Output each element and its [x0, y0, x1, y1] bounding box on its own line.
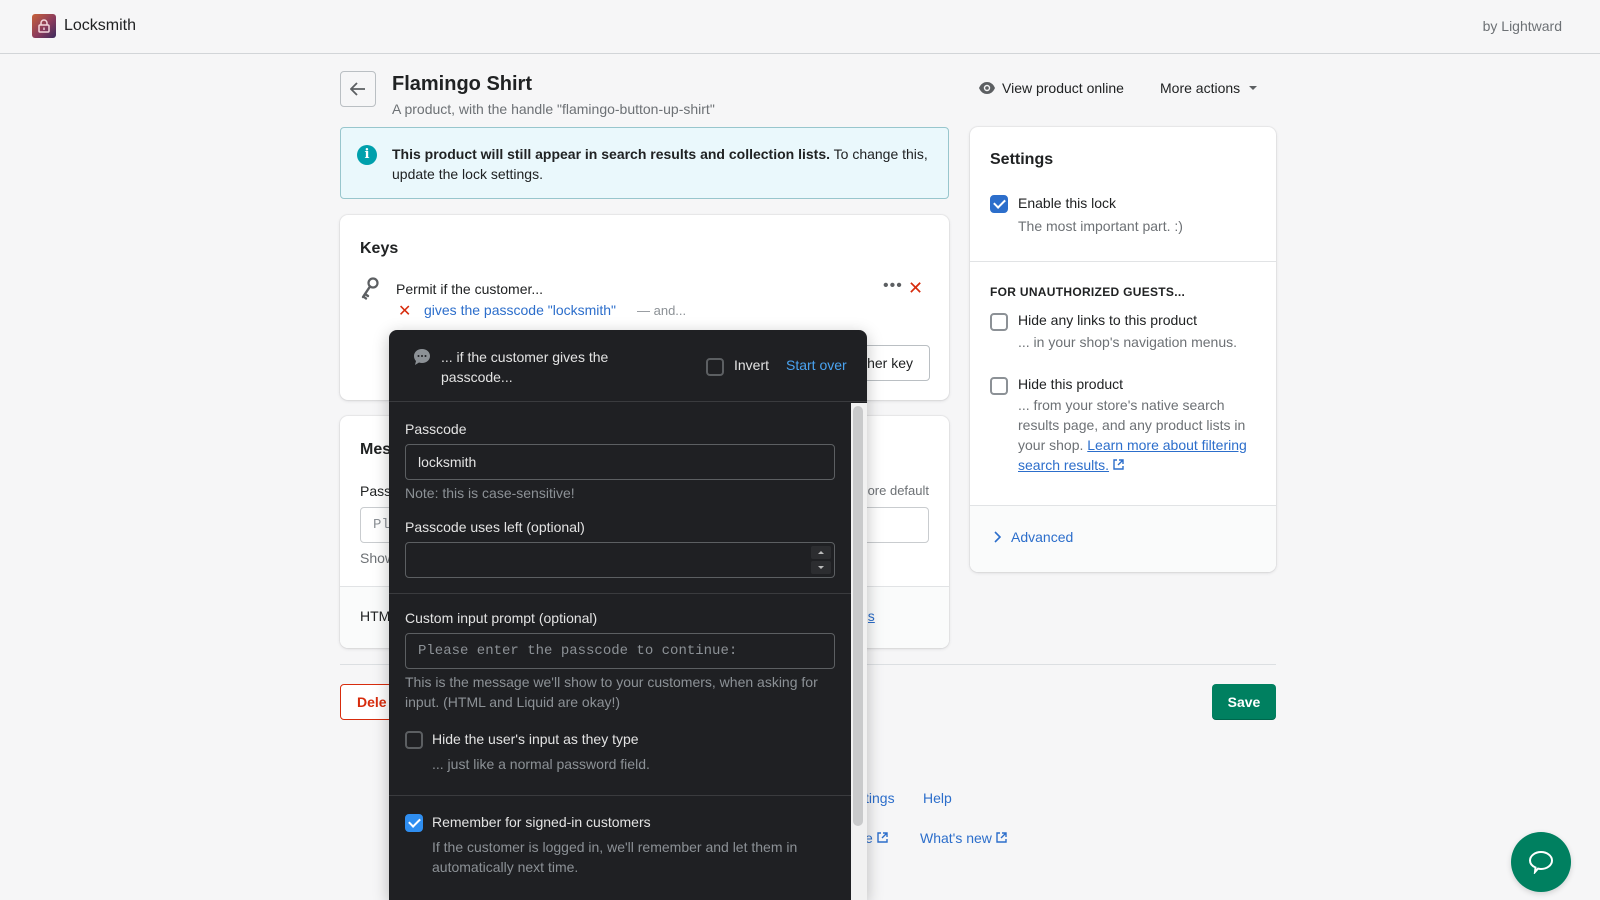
by-line: by Lightward [1482, 18, 1562, 34]
footer-whats-new-label: What's new [920, 830, 992, 846]
remember-signed-in-help: If the customer is logged in, we'll reme… [432, 839, 798, 875]
keys-title: Keys [360, 240, 399, 257]
messages-title: Mes [360, 441, 392, 458]
passcode-label: Passcode [405, 421, 467, 437]
more-horizontal-icon[interactable]: ••• [883, 277, 903, 295]
hide-links-checkbox[interactable] [990, 313, 1008, 331]
view-product-online-button[interactable]: View product online [978, 80, 1124, 96]
external-link-icon [876, 832, 888, 843]
popover-title: ... if the customer gives the passcode..… [441, 349, 609, 385]
external-link-icon [996, 832, 1007, 843]
save-button[interactable]: Save [1212, 684, 1276, 720]
more-actions-label: More actions [1160, 80, 1241, 96]
hide-product-label: Hide this product [1018, 376, 1124, 392]
popover-header: ... if the customer gives the passcode..… [389, 330, 867, 402]
remove-condition-icon[interactable]: ✕ [398, 301, 411, 321]
info-banner: i This product will still appear in sear… [340, 127, 949, 199]
info-icon: i [357, 145, 377, 165]
advanced-label: Advanced [1011, 529, 1074, 545]
eye-icon [979, 82, 995, 94]
increment-icon[interactable] [811, 546, 831, 559]
banner-text: This product will still appear in search… [392, 144, 937, 184]
hide-links-label: Hide any links to this product [1018, 312, 1197, 328]
passcode-note: Note: this is case-sensitive! [405, 485, 575, 501]
enable-lock-checkbox[interactable] [990, 195, 1008, 213]
top-bar: Locksmith by Lightward [0, 0, 1600, 54]
settings-title: Settings [990, 151, 1054, 168]
footer-whats-new-link[interactable]: What's new [920, 830, 1007, 846]
settings-footer: Advanced [970, 506, 1276, 572]
page-title: Flamingo Shirt [392, 73, 532, 95]
enable-lock-label: Enable this lock [1018, 195, 1117, 211]
caret-down-icon [1249, 86, 1258, 90]
footer-settings-link[interactable]: tings [865, 790, 895, 806]
invert-label: Invert [734, 357, 770, 373]
remember-signed-in-label: Remember for signed-in customers [432, 814, 651, 830]
passcode-message-label: Pass [360, 483, 392, 499]
hide-product-checkbox[interactable] [990, 377, 1008, 395]
locksmith-logo-icon [32, 14, 56, 38]
chevron-right-icon [994, 531, 1001, 543]
unauthorized-guests-heading: FOR UNAUTHORIZED GUESTS... [990, 285, 1186, 299]
permit-text: Permit if the customer... [396, 281, 544, 297]
divider [389, 795, 851, 796]
decrement-icon[interactable] [811, 561, 831, 574]
hide-input-help: ... just like a normal password field. [432, 756, 650, 772]
footer-help-link[interactable]: Help [923, 790, 952, 806]
hide-product-help: ... from your store's native search resu… [1018, 395, 1253, 475]
more-actions-button[interactable]: More actions [1160, 80, 1258, 96]
custom-prompt-label: Custom input prompt (optional) [405, 610, 598, 626]
arrow-left-icon [350, 82, 365, 96]
condition-popover: ... if the customer gives the passcode..… [389, 330, 867, 900]
divider [389, 593, 851, 594]
advanced-toggle[interactable]: Advanced [994, 529, 1073, 545]
external-link-icon [1113, 459, 1124, 470]
chat-bubble-icon [414, 349, 430, 365]
restore-default-link[interactable]: ore default [868, 483, 929, 498]
banner-bold-text: This product will still appear in search… [392, 146, 830, 162]
custom-prompt-input[interactable]: Please enter the passcode to continue: [405, 633, 835, 669]
hide-input-checkbox[interactable] [405, 731, 423, 749]
enable-lock-help: The most important part. :) [1018, 218, 1183, 234]
condition-and-text: — and... [637, 303, 687, 318]
html-note: HTM [360, 608, 391, 624]
remove-key-icon[interactable]: ✕ [908, 278, 923, 299]
hide-input-label: Hide the user's input as they type [432, 731, 639, 747]
chat-icon [1528, 850, 1554, 874]
uses-left-input[interactable] [405, 542, 835, 578]
passcode-input[interactable]: locksmith [405, 444, 835, 480]
custom-prompt-help: This is the message we'll show to your c… [405, 674, 818, 710]
view-product-online-label: View product online [1002, 80, 1124, 96]
key-icon [361, 277, 379, 300]
start-over-link[interactable]: Start over [786, 357, 847, 373]
condition-link[interactable]: gives the passcode "locksmith" [424, 302, 616, 318]
page-subtitle: A product, with the handle "flamingo-but… [392, 101, 715, 117]
divider [970, 261, 1276, 262]
footer-guide-link[interactable]: e [865, 830, 888, 846]
app-name: Locksmith [64, 17, 137, 34]
chat-button[interactable] [1511, 832, 1571, 892]
invert-checkbox[interactable] [706, 358, 724, 376]
back-button[interactable] [340, 71, 376, 107]
settings-card: Settings Enable this lock The most impor… [970, 127, 1276, 572]
popover-body: Passcode locksmith Note: this is case-se… [389, 403, 851, 900]
uses-left-label: Passcode uses left (optional) [405, 519, 585, 535]
hide-links-help: ... in your shop's navigation menus. [1018, 334, 1238, 350]
remember-signed-in-checkbox[interactable] [405, 814, 423, 832]
